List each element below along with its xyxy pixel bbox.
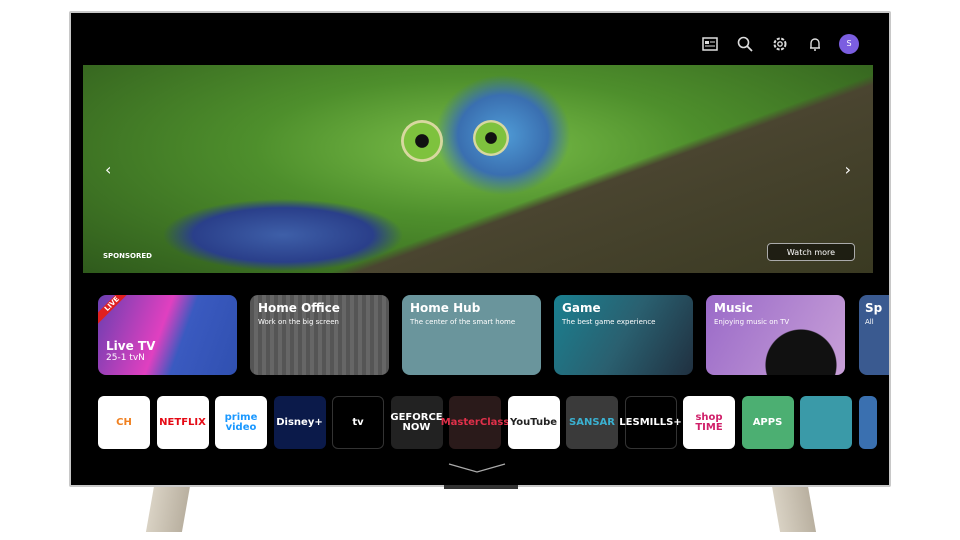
app-bar: CH NETFLIX prime video Disney+ tv GEFORCE NOW… [98,396,877,449]
sponsored-label: SPONSORED [103,252,152,260]
app-tile-lesmills-[interactable]: LESMILLS+ [619,396,682,449]
app-tile-prime-video[interactable]: prime video [215,396,267,449]
app-label: MasterClass [440,416,510,428]
card-title: Sp [865,301,883,315]
card-title: Music [714,301,753,315]
card-subtitle: All [865,318,874,326]
app-label: CH [116,416,132,428]
chevron-down-icon[interactable] [447,462,507,474]
app-label: NETFLIX [159,416,206,428]
hero-banner[interactable]: ‹ › SPONSORED Watch more [83,65,873,273]
app-label: GEFORCE NOW [390,411,443,433]
notification-icon[interactable] [804,33,825,54]
card-title: Home Hub [410,301,481,315]
top-bar: S [699,33,859,54]
app-tile-tv[interactable]: tv [332,396,384,449]
card-subtitle: 25-1 tvN [106,353,145,363]
card-subtitle: Work on the big screen [258,318,339,326]
app-label: Disney+ [276,416,323,428]
card-game[interactable]: Game The best game experience [554,295,693,375]
app-label: YouTube [509,416,558,428]
chevron-left-icon[interactable]: ‹ [105,160,111,179]
tv-stand-left [145,486,191,532]
tv-screen: S ‹ › SPONSORED Watch more LIVE Live TV … [71,13,889,485]
card-subtitle: The best game experience [562,318,656,326]
app-label: tv [352,416,364,428]
card-home-office[interactable]: Home Office Work on the big screen [250,295,389,375]
card-live-tv[interactable]: LIVE Live TV 25-1 tvN [98,295,237,375]
card-title: Live TV [106,339,156,353]
avatar[interactable]: S [839,33,859,54]
app-tile-disney-[interactable]: Disney+ [273,396,326,449]
chevron-right-icon[interactable]: › [845,160,851,179]
app-tile-sansar[interactable]: SANSAR [566,396,618,449]
card-title: Game [562,301,601,315]
app-label: APPS [752,416,783,428]
app-tile-geforce-now[interactable]: GEFORCE NOW [390,396,443,449]
card-subtitle: The center of the smart home [410,318,516,326]
hero-image-detail [473,120,509,156]
card-sports[interactable]: Sp All [859,295,889,375]
app-label: shop TIME [695,411,723,433]
card-home-hub[interactable]: Home Hub The center of the smart home [402,295,541,375]
app-tile-youtube[interactable]: YouTube [507,396,560,449]
settings-icon[interactable] [769,33,790,54]
live-badge: LIVE [98,295,137,329]
app-label: prime video [224,411,258,433]
guide-icon[interactable] [699,33,720,54]
app-tile-shop-time[interactable]: shop TIME [683,396,735,449]
card-subtitle: Enjoying music on TV [714,318,790,326]
search-icon[interactable] [734,33,755,54]
app-tile-netflix[interactable]: NETFLIX [156,396,209,449]
app-tile-masterclass[interactable]: MasterClass [441,396,509,449]
card-music[interactable]: Music Enjoying music on TV [706,295,845,375]
app-tile-ch[interactable]: CH [98,396,150,449]
app-tile-item-12[interactable] [800,396,852,449]
card-title: Home Office [258,301,340,315]
hero-image [401,120,443,162]
tv-frame: S ‹ › SPONSORED Watch more LIVE Live TV … [69,11,891,487]
watch-more-button[interactable]: Watch more [767,243,855,261]
app-label: LESMILLS+ [619,416,682,428]
tv-stand-right [771,486,817,532]
app-tile-apps[interactable]: APPS [741,396,794,449]
app-tile-item-13[interactable] [858,396,877,449]
app-label: SANSAR [569,416,615,428]
tv-base [444,485,518,489]
